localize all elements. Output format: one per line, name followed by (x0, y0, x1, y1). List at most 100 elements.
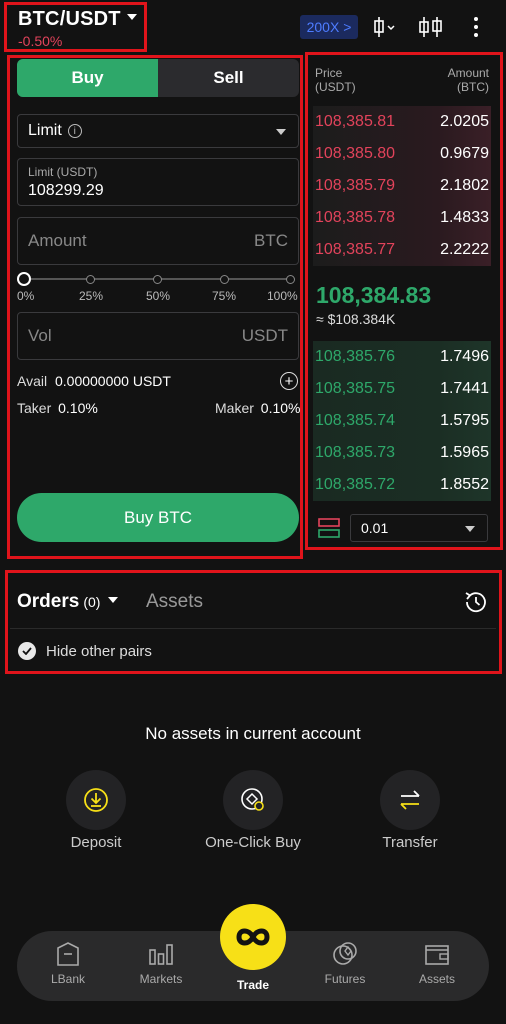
buy-btc-button[interactable]: Buy BTC (17, 493, 299, 542)
amount-header-unit: (BTC) (457, 80, 489, 94)
tab-orders[interactable]: Orders (0) (17, 591, 119, 613)
nav-label: Assets (418, 972, 455, 986)
ask-row[interactable]: 108,385.78 1.4833 (313, 202, 491, 234)
limit-price-input[interactable]: Limit (USDT) 108299.29 (17, 158, 299, 206)
tab-buy[interactable]: Buy (17, 59, 158, 97)
price-header: Price (USDT) (315, 66, 356, 94)
wallet-icon (425, 945, 449, 965)
transfer-button[interactable] (380, 770, 440, 830)
bid-price: 108,385.72 (315, 476, 396, 493)
ask-amount: 2.1802 (440, 177, 489, 194)
bid-amount: 1.8552 (440, 476, 489, 493)
taker-value: 0.10% (58, 400, 98, 416)
info-icon[interactable]: i (67, 124, 82, 138)
nav-item-assets[interactable]: Assets (402, 940, 472, 986)
transfer-label: Transfer (382, 834, 438, 851)
bid-amount: 1.7441 (440, 380, 489, 397)
amount-placeholder: Amount (28, 231, 87, 250)
slider-label: 50% (146, 289, 171, 303)
tab-sell[interactable]: Sell (158, 59, 299, 97)
nav-item-markets[interactable]: Markets (126, 940, 196, 986)
bid-row[interactable]: 108,385.73 1.5965 (313, 437, 491, 469)
orders-count: (0) (83, 594, 101, 610)
chevron-down-icon (276, 129, 286, 135)
divider (10, 628, 496, 629)
depth-select[interactable]: 0.01 (350, 514, 488, 542)
ask-price: 108,385.79 (315, 177, 396, 194)
amount-header-title: Amount (447, 66, 489, 80)
ask-price: 108,385.81 (315, 113, 396, 130)
nav-label: Futures (324, 972, 366, 986)
ask-price: 108,385.77 (315, 241, 396, 258)
available-balance: Avail 0.00000000 USDT (17, 373, 171, 389)
slider-handle[interactable] (17, 272, 31, 286)
empty-message: No assets in current account (145, 724, 361, 743)
slider-mark-75[interactable] (220, 275, 229, 284)
nav-label-trade: Trade (236, 978, 269, 992)
nav-label: Markets (139, 972, 183, 986)
ask-row[interactable]: 108,385.77 2.2222 (313, 234, 491, 266)
last-price-fiat: ≈ $108.384K (316, 311, 396, 327)
amount-header: Amount (BTC) (420, 66, 489, 94)
slider-label: 100% (267, 289, 298, 303)
volume-input[interactable]: Vol USDT (17, 312, 299, 360)
one-click-buy-label: One-Click Buy (205, 834, 301, 851)
add-funds-icon[interactable]: + (280, 372, 298, 390)
order-type-label: Limit (28, 122, 62, 139)
nav-item-futures[interactable]: Futures (310, 940, 380, 986)
book-layout-icon[interactable] (318, 518, 340, 538)
bid-price: 108,385.74 (315, 412, 396, 429)
home-icon (57, 942, 79, 966)
nav-item-lbank[interactable]: LBank (33, 940, 103, 986)
bid-row[interactable]: 108,385.74 1.5795 (313, 405, 491, 437)
history-icon[interactable] (463, 589, 489, 615)
more-options-icon[interactable] (461, 12, 491, 42)
depth-value: 0.01 (361, 520, 389, 536)
ask-amount: 0.9679 (440, 145, 489, 162)
maker-value: 0.10% (260, 400, 301, 416)
bid-row[interactable]: 108,385.76 1.7496 (313, 341, 491, 373)
bid-amount: 1.7496 (440, 348, 489, 365)
deposit-button[interactable] (66, 770, 126, 830)
checkbox-checked-icon[interactable] (18, 642, 36, 660)
limit-price-value: 108299.29 (28, 182, 104, 199)
ask-row[interactable]: 108,385.81 2.0205 (313, 106, 491, 138)
bid-row[interactable]: 108,385.75 1.7441 (313, 373, 491, 405)
bid-amount: 1.5795 (440, 412, 489, 429)
slider-label: 25% (79, 289, 104, 303)
bid-price: 108,385.75 (315, 380, 396, 397)
maker-label: Maker (215, 400, 254, 416)
nav-item-trade[interactable] (220, 904, 286, 970)
hide-other-pairs-label[interactable]: Hide other pairs (46, 643, 152, 660)
maker-fee: Maker 0.10% (215, 400, 301, 416)
ask-amount: 2.0205 (440, 113, 489, 130)
tab-assets[interactable]: Assets (146, 591, 203, 613)
trade-icon (236, 928, 270, 946)
vol-placeholder: Vol (28, 326, 52, 345)
price-header-unit: (USDT) (315, 80, 356, 94)
deposit-label: Deposit (70, 834, 122, 851)
chart-icon[interactable] (416, 12, 446, 42)
candle-menu-icon[interactable] (370, 12, 400, 42)
bid-row[interactable]: 108,385.72 1.8552 (313, 469, 491, 501)
slider-mark-25[interactable] (86, 275, 95, 284)
slider-mark-50[interactable] (153, 275, 162, 284)
ask-price: 108,385.78 (315, 209, 396, 226)
ask-amount: 2.2222 (440, 241, 489, 258)
order-type-select[interactable]: Limit i (17, 114, 299, 148)
bid-amount: 1.5965 (440, 444, 489, 461)
chevron-down-icon (126, 13, 137, 20)
nav-label: LBank (50, 972, 86, 986)
pair-name: BTC/USDT (18, 8, 121, 30)
trading-pair-selector[interactable]: BTC/USDT (18, 8, 137, 31)
one-click-buy-button[interactable] (223, 770, 283, 830)
futures-icon (333, 942, 357, 965)
avail-label: Avail (17, 373, 48, 389)
amount-input[interactable]: Amount BTC (17, 217, 299, 265)
slider-mark-100[interactable] (286, 275, 295, 284)
ask-row[interactable]: 108,385.79 2.1802 (313, 170, 491, 202)
leverage-badge[interactable]: 200X > (300, 15, 358, 39)
ask-amount: 1.4833 (440, 209, 489, 226)
vol-unit: USDT (241, 326, 288, 345)
ask-row[interactable]: 108,385.80 0.9679 (313, 138, 491, 170)
